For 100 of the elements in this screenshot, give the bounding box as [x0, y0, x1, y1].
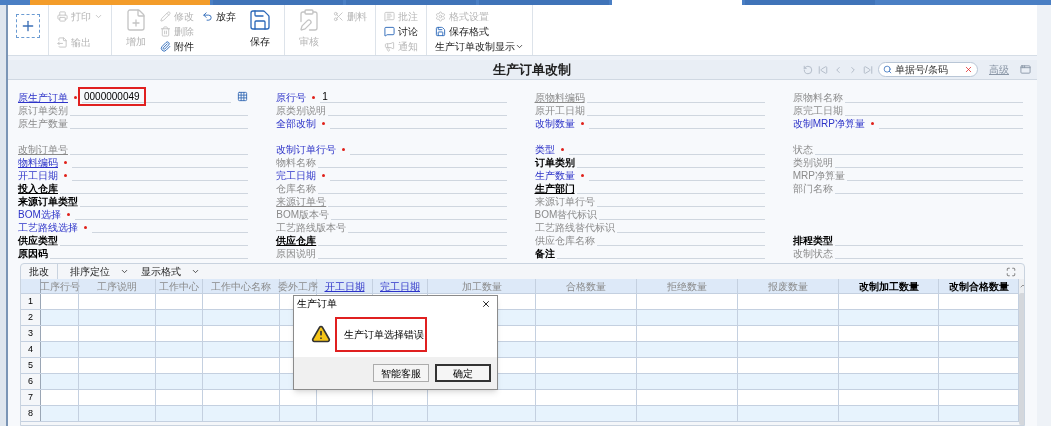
row-number: 4 — [21, 342, 41, 357]
dialog-button[interactable]: 智能客服 — [373, 364, 429, 382]
field-label: 投入仓库 — [18, 183, 58, 194]
field-label: 改制订单号 — [18, 144, 68, 155]
field-label[interactable]: 生产数量 — [534, 170, 575, 181]
field-label[interactable]: 改制数量 — [534, 118, 575, 129]
toolbar-button[interactable]: 附件 — [160, 40, 194, 52]
field-label: 物料名称 — [276, 157, 317, 168]
field-label[interactable]: BOM选择 — [18, 209, 61, 220]
field-label: 状态 — [792, 144, 813, 155]
field-label[interactable]: 类型 — [534, 144, 555, 155]
dialog-button[interactable]: 确定 — [435, 364, 491, 382]
close-icon[interactable] — [481, 298, 491, 309]
field-label[interactable]: 原行号 — [276, 92, 307, 103]
field-label[interactable]: 开工日期 — [18, 170, 58, 181]
input-field[interactable]: 1 — [320, 91, 507, 103]
search-field[interactable]: 单据号/条码 — [878, 62, 978, 77]
field-label: 工艺路线版本号 — [276, 222, 347, 233]
column-header[interactable]: 改制加工数量 — [839, 279, 939, 293]
column-header[interactable]: 开工日期 — [317, 279, 373, 293]
field-label: BOM版本号 — [276, 209, 330, 220]
field-label[interactable]: 物料编码 — [18, 157, 58, 168]
row-number: 3 — [21, 326, 41, 341]
first-record-icon[interactable] — [818, 64, 828, 75]
new-button[interactable] — [16, 14, 40, 38]
toolbar-button[interactable]: 保存 — [244, 8, 276, 49]
row-number: 2 — [21, 310, 41, 325]
paperclip-icon — [160, 40, 171, 52]
field-label: 来源订单行号 — [534, 196, 595, 207]
row-number: 5 — [21, 358, 41, 373]
field-label: 原订单类别 — [18, 105, 68, 116]
display-menu-button[interactable]: 生产订单改制显示 — [435, 40, 524, 52]
clear-icon[interactable] — [964, 65, 973, 74]
field-label: 原生产数量 — [18, 118, 68, 129]
next-record-icon[interactable] — [848, 64, 858, 75]
field-label: 来源订单类型 — [18, 196, 78, 207]
field-label: 改制状态 — [792, 248, 833, 259]
document-tab[interactable] — [745, 0, 875, 5]
row-number: 8 — [21, 406, 41, 421]
field-label[interactable]: 原生产订单 — [18, 92, 68, 103]
document-tab[interactable] — [346, 0, 476, 5]
field-label: 排程类型 — [792, 235, 833, 246]
field-label: 原物料编码 — [534, 92, 585, 103]
last-record-icon[interactable] — [863, 64, 873, 75]
field-label[interactable]: 改制MRP净算量 — [792, 118, 865, 129]
field-label[interactable]: 全部改制 — [276, 118, 317, 129]
add-document-icon — [124, 8, 148, 32]
field-label: 原因说明 — [276, 248, 317, 259]
lookup-icon[interactable] — [237, 91, 249, 102]
window-icon[interactable] — [1020, 64, 1031, 75]
search-icon — [883, 65, 892, 74]
previous-record-icon[interactable] — [833, 64, 843, 75]
dialog-title: 生产订单 — [297, 297, 337, 311]
field-label: BOM替代标识 — [534, 209, 598, 220]
field-label[interactable]: 工艺路线选择 — [18, 222, 78, 233]
scissors-icon — [333, 10, 344, 22]
field-label: 供应类型 — [18, 235, 58, 246]
export-icon — [57, 36, 68, 48]
field-label: 生产部门 — [534, 183, 575, 194]
document-tab[interactable] — [30, 0, 210, 5]
field-value: 1 — [321, 91, 329, 102]
field-label: 部门名称 — [792, 183, 833, 194]
pencil-icon — [160, 10, 171, 22]
document-tab[interactable] — [479, 0, 609, 5]
field-label: MRP净算量 — [792, 170, 845, 181]
field-label[interactable]: 完工日期 — [276, 170, 317, 181]
printer-icon — [57, 10, 68, 22]
field-label: 类别说明 — [792, 157, 833, 168]
toolbar-button[interactable]: 讨论 — [384, 25, 418, 37]
field-label: 原物料名称 — [792, 92, 843, 103]
megaphone-icon — [384, 40, 395, 52]
clipboard-icon — [297, 8, 321, 32]
field-label[interactable]: 改制订单行号 — [276, 144, 337, 155]
field-label: 仓库名称 — [276, 183, 317, 194]
field-label: 供应仓库 — [276, 235, 317, 246]
field-label: 订单类别 — [534, 157, 575, 168]
document-tab[interactable] — [213, 0, 343, 5]
field-label: 原完工日期 — [792, 105, 843, 116]
plus-icon — [20, 18, 36, 34]
grid-toolbar-button[interactable]: 排序定位 — [70, 264, 129, 279]
row-number: 1 — [21, 294, 41, 309]
chat-icon — [384, 25, 395, 37]
undo-icon — [202, 10, 213, 22]
field-label: 原开工日期 — [534, 105, 585, 116]
field-label: 原因码 — [18, 248, 48, 259]
column-header[interactable]: 完工日期 — [373, 279, 428, 293]
row-number: 6 — [21, 374, 41, 389]
field-label: 供应仓库名称 — [534, 235, 595, 246]
refresh-icon[interactable] — [803, 64, 813, 75]
warning-icon — [311, 324, 331, 344]
field-label: 工艺路线替代标识 — [534, 222, 615, 233]
toolbar-button[interactable]: 保存格式 — [435, 25, 524, 37]
maximize-icon[interactable] — [1006, 266, 1016, 277]
row-number: 7 — [21, 390, 41, 405]
note-icon — [384, 10, 395, 22]
field-label: 原类别说明 — [276, 105, 327, 116]
toolbar-button[interactable]: 放弃 — [202, 10, 236, 22]
input-field[interactable]: 0000000049 — [82, 91, 232, 103]
document-tab[interactable] — [612, 0, 742, 5]
grid-toolbar-button[interactable]: 显示格式 — [141, 264, 200, 279]
